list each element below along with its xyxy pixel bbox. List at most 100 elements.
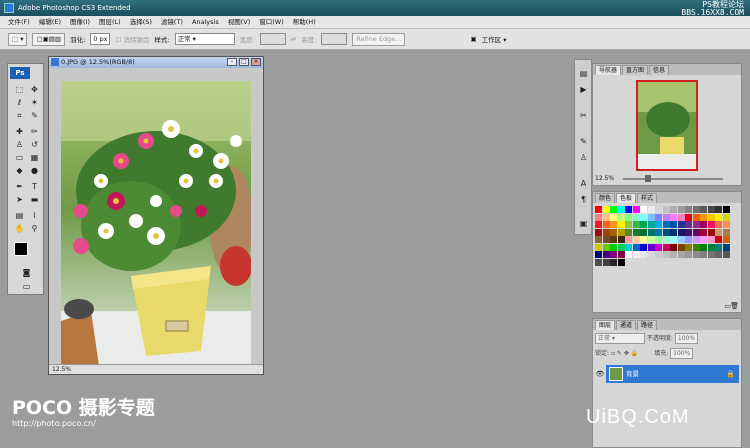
menu-edit[interactable]: 编辑(E) (39, 16, 61, 28)
swatch-cell[interactable] (662, 251, 670, 258)
menu-window[interactable]: 窗口(W) (259, 16, 284, 28)
clone-stamp-tool-icon[interactable]: ♙ (13, 139, 26, 150)
swatch-cell[interactable] (602, 228, 610, 236)
menu-select[interactable]: 选择(S) (130, 16, 152, 28)
tab-layers[interactable]: 图层 (595, 320, 616, 330)
swatch-cell[interactable] (685, 228, 692, 236)
opacity-input[interactable]: 100% (674, 333, 699, 344)
swatch-cell[interactable] (602, 221, 610, 228)
blend-mode-select[interactable]: 正常 ▾ (595, 333, 645, 344)
clone-source-icon[interactable]: ♙ (578, 152, 589, 163)
swatch-cell[interactable] (692, 251, 700, 258)
history-icon[interactable]: ▤ (578, 68, 589, 79)
menu-file[interactable]: 文件(F) (8, 16, 30, 28)
swatch-cell[interactable] (700, 243, 707, 251)
swatch-cell[interactable] (617, 206, 625, 213)
swatch-cell[interactable] (700, 206, 707, 213)
navigator-zoom[interactable]: 12.5% (595, 175, 614, 182)
navigator-zoom-slider[interactable] (623, 178, 723, 180)
swatch-cell[interactable] (647, 206, 655, 213)
swatch-cell[interactable] (595, 258, 602, 266)
navigator-slider-handle[interactable] (645, 175, 651, 182)
swatch-cell[interactable] (647, 228, 655, 236)
maximize-button[interactable]: □ (239, 58, 249, 66)
menu-analysis[interactable]: Analysis (192, 16, 219, 28)
swatch-cell[interactable] (707, 251, 715, 258)
swatch-cell[interactable] (655, 251, 662, 258)
swatch-cell[interactable] (692, 213, 700, 221)
tab-paths[interactable]: 路径 (637, 320, 658, 330)
swatch-cell[interactable] (625, 206, 632, 213)
swatch-cell[interactable] (662, 213, 670, 221)
swatch-cell[interactable] (610, 221, 617, 228)
swatch-cell[interactable] (707, 243, 715, 251)
swatch-cell[interactable] (602, 251, 610, 258)
tab-swatches[interactable]: 色板 (616, 193, 637, 203)
swatch-cell[interactable] (685, 251, 692, 258)
swatch-cell[interactable] (647, 213, 655, 221)
swatch-cell[interactable] (617, 213, 625, 221)
swatch-cell[interactable] (670, 251, 677, 258)
brush-tool-icon[interactable]: ✏ (28, 126, 41, 137)
swatch-cell[interactable] (595, 236, 602, 243)
swatch-cell[interactable] (707, 221, 715, 228)
height-input[interactable] (321, 33, 348, 45)
swatch-cell[interactable] (595, 213, 602, 221)
swatch-cell[interactable] (670, 228, 677, 236)
document-zoom[interactable]: 12.5% (52, 366, 71, 373)
delete-swatch-icon[interactable]: 🗑 (730, 302, 739, 310)
swatch-cell[interactable] (655, 243, 662, 251)
navigator-thumbnail[interactable] (636, 80, 698, 171)
swatch-cell[interactable] (722, 251, 730, 258)
swatch-cell[interactable] (722, 213, 730, 221)
lock-icons[interactable]: ▫ ✎ ✥ 🔒 (611, 350, 638, 357)
swatch-cell[interactable] (617, 251, 625, 258)
swatch-cell[interactable] (670, 236, 677, 243)
swatch-cell[interactable] (632, 251, 640, 258)
magic-wand-tool-icon[interactable]: ✶ (28, 97, 41, 108)
swatch-cell[interactable] (715, 228, 722, 236)
palette-well-icon[interactable]: ▣ (470, 35, 476, 43)
swatch-cell[interactable] (640, 213, 647, 221)
menu-view[interactable]: 视图(V) (228, 16, 251, 28)
swatch-cell[interactable] (692, 221, 700, 228)
tab-styles[interactable]: 样式 (637, 193, 658, 203)
swatch-cell[interactable] (595, 221, 602, 228)
swatch-cell[interactable] (610, 206, 617, 213)
swatch-cell[interactable] (722, 228, 730, 236)
tab-info[interactable]: 信息 (649, 65, 670, 75)
swatch-cell[interactable] (602, 258, 610, 266)
menu-image[interactable]: 图像(I) (70, 16, 90, 28)
tab-histogram[interactable]: 直方图 (622, 65, 649, 75)
swatch-cell[interactable] (640, 243, 647, 251)
swatch-cell[interactable] (715, 236, 722, 243)
history-brush-tool-icon[interactable]: ↺ (28, 139, 41, 150)
brushes-icon[interactable]: ✎ (578, 136, 589, 147)
swatch-cell[interactable] (670, 221, 677, 228)
swatch-cell[interactable] (640, 221, 647, 228)
foreground-color-swatch[interactable] (14, 242, 28, 256)
swatch-cell[interactable] (647, 221, 655, 228)
eraser-tool-icon[interactable]: ▭ (13, 152, 26, 163)
swatch-cell[interactable] (655, 236, 662, 243)
swatch-cell[interactable] (595, 228, 602, 236)
swatch-cell[interactable] (602, 243, 610, 251)
quick-mask-icon[interactable]: ◙ (20, 267, 33, 278)
dodge-tool-icon[interactable]: ● (28, 165, 41, 176)
swatch-cell[interactable] (722, 243, 730, 251)
swatch-cell[interactable] (625, 251, 632, 258)
swatch-cell[interactable] (617, 243, 625, 251)
swatch-cell[interactable] (677, 228, 685, 236)
swatch-cell[interactable] (715, 243, 722, 251)
swatch-cell[interactable] (595, 251, 602, 258)
tab-navigator[interactable]: 导航器 (595, 65, 622, 75)
swatch-cell[interactable] (670, 206, 677, 213)
menu-help[interactable]: 帮助(H) (293, 16, 316, 28)
fill-input[interactable]: 100% (670, 348, 694, 359)
swatch-cell[interactable] (662, 221, 670, 228)
feather-input[interactable]: 0 px (90, 33, 111, 45)
selection-mode-buttons[interactable]: ▢▣▤▥ (32, 32, 66, 46)
swatch-cell[interactable] (602, 236, 610, 243)
tab-channels[interactable]: 通道 (616, 320, 637, 330)
swatch-cell[interactable] (677, 206, 685, 213)
